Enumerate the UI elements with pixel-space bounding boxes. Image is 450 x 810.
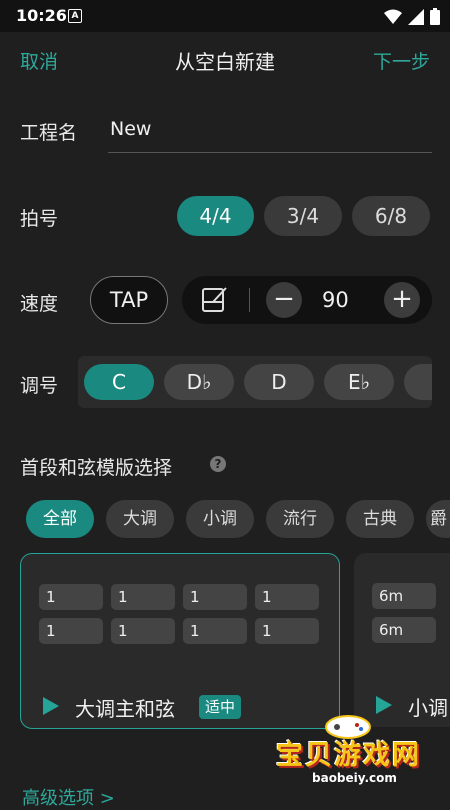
filter-minor[interactable]: 小调 — [186, 500, 254, 538]
help-icon[interactable]: ? — [210, 456, 226, 472]
chord-chip: 1 — [255, 618, 319, 644]
chord-chip: 1 — [183, 584, 247, 610]
key-option-e-flat[interactable]: E♭ — [324, 364, 394, 400]
chord-chip: 1 — [111, 618, 175, 644]
chord-chip: 1 — [39, 584, 103, 610]
filter-major[interactable]: 大调 — [106, 500, 174, 538]
template-card-minor[interactable]: 6m 6m 小调 — [354, 553, 450, 727]
watermark-text: 宝贝游戏网 — [276, 740, 421, 771]
next-button[interactable]: 下一步 — [373, 47, 430, 74]
project-name-label: 工程名 — [20, 122, 78, 144]
card-footer: 大调主和弦 适中 — [21, 684, 339, 728]
filter-pop[interactable]: 流行 — [266, 500, 334, 538]
project-name-underline — [108, 152, 432, 153]
tempo-increase-button[interactable]: + — [384, 282, 420, 318]
difficulty-badge: 适中 — [199, 695, 242, 719]
key-option-d-flat[interactable]: D♭ — [164, 364, 234, 400]
metronome-icon[interactable] — [200, 285, 230, 315]
signal-icon — [408, 8, 424, 25]
time-signature-6-8[interactable]: 6/8 — [352, 196, 430, 236]
filter-jazz[interactable]: 爵 — [426, 500, 450, 538]
template-card-major-tonic[interactable]: 1 1 1 1 1 1 1 1 大调主和弦 适中 — [20, 553, 340, 729]
play-icon[interactable] — [376, 696, 392, 714]
key-option-next[interactable] — [404, 364, 432, 400]
tempo-label: 速度 — [20, 293, 59, 315]
tempo-control: − 90 + — [182, 276, 432, 324]
tempo-value[interactable]: 90 — [322, 288, 349, 312]
key-selector[interactable]: C D♭ D E♭ — [78, 356, 432, 408]
watermark-url: baobeiy.com — [312, 771, 397, 785]
tap-tempo-button[interactable]: TAP — [90, 276, 168, 324]
advanced-options-link[interactable]: 高级选项 > — [22, 784, 115, 810]
template-name: 小调 — [408, 696, 448, 720]
time-signature-4-4[interactable]: 4/4 — [177, 196, 254, 236]
time-signature-label: 拍号 — [20, 208, 59, 230]
key-label: 调号 — [20, 375, 59, 397]
system-icons — [384, 8, 440, 25]
chord-chip: 6m — [372, 617, 436, 643]
battery-icon — [430, 8, 440, 25]
chord-chip: 6m — [372, 583, 436, 609]
play-icon[interactable] — [43, 697, 59, 715]
key-option-c[interactable]: C — [84, 364, 154, 400]
project-name-input[interactable]: New — [110, 118, 151, 140]
chord-chip: 1 — [183, 618, 247, 644]
chord-chip: 1 — [111, 584, 175, 610]
status-time: 10:26 — [16, 6, 67, 25]
tempo-separator — [249, 288, 250, 312]
filter-classical[interactable]: 古典 — [346, 500, 414, 538]
tempo-decrease-button[interactable]: − — [266, 282, 302, 318]
template-section-title: 首段和弦模版选择 — [20, 457, 173, 479]
wifi-icon — [384, 9, 402, 24]
key-option-d[interactable]: D — [244, 364, 314, 400]
time-signature-3-4[interactable]: 3/4 — [264, 196, 342, 236]
chord-chip: 1 — [255, 584, 319, 610]
filter-all[interactable]: 全部 — [26, 500, 94, 538]
nav-bar: 取消 从空白新建 下一步 — [0, 32, 450, 88]
chord-chip: 1 — [39, 618, 103, 644]
notification-icon: A — [68, 9, 82, 23]
status-bar: 10:26 A — [0, 0, 450, 32]
watermark-logo: 宝贝游戏网 baobeiy.com — [268, 715, 428, 795]
template-name: 大调主和弦 — [75, 697, 175, 721]
